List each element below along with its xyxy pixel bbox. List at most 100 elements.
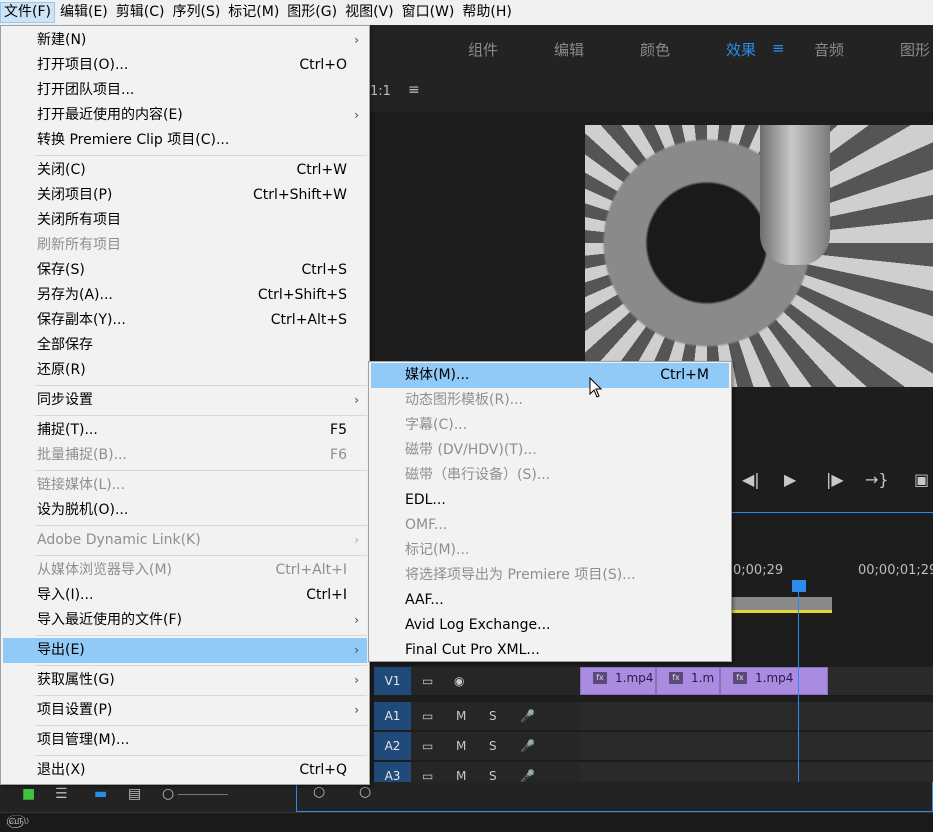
menu-item-label: 媒体(M)... — [405, 367, 470, 383]
scroll-start-handle[interactable]: ○ — [313, 784, 325, 800]
menubar-item-4[interactable]: 标记(M) — [225, 2, 282, 23]
menu-item-label: OMF... — [405, 517, 448, 533]
playhead-handle[interactable] — [792, 580, 806, 592]
file-menu-item-13[interactable]: 还原(R) — [3, 358, 367, 383]
step-forward-icon[interactable]: |▶ — [826, 470, 844, 489]
file-menu-item-22[interactable]: 导入最近使用的文件(F) › — [3, 608, 367, 633]
monitor-header: 1:1 ≡ — [370, 72, 933, 112]
file-menu-item-5[interactable]: 关闭(C) Ctrl+W — [3, 158, 367, 183]
mute-button[interactable]: M — [456, 702, 466, 730]
file-menu-item-7[interactable]: 关闭所有项目 — [3, 208, 367, 233]
icon-view-icon[interactable]: ☰ — [55, 786, 68, 802]
menu-separator — [35, 385, 367, 386]
file-menu-item-18[interactable]: 设为脱机(O)... — [3, 498, 367, 523]
list-view-icon[interactable]: ■ — [22, 786, 35, 802]
file-menu-item-6[interactable]: 关闭项目(P) Ctrl+Shift+W — [3, 183, 367, 208]
workspace-tab-assembly[interactable]: 组件 — [468, 39, 498, 60]
workspace-tab-editing[interactable]: 编辑 — [554, 39, 584, 60]
eye-icon[interactable]: ◉ — [454, 667, 464, 695]
go-to-out-icon[interactable]: →} — [865, 470, 889, 489]
menubar-item-3[interactable]: 序列(S) — [169, 2, 223, 23]
file-menu-item-0[interactable]: 新建(N) › — [3, 28, 367, 53]
menu-item-label: 从媒体浏览器导入(M) — [37, 562, 173, 578]
track-lane-a1[interactable] — [580, 702, 933, 731]
export-menu-item-0[interactable]: 媒体(M)... Ctrl+M — [371, 363, 729, 388]
file-menu-item-24[interactable]: 获取属性(G) › — [3, 668, 367, 693]
scroll-end-handle[interactable]: ○ — [359, 784, 371, 800]
freeform-view-icon[interactable]: ▬ — [94, 786, 107, 802]
export-menu-item-6: OMF... — [371, 513, 729, 538]
file-menu-item-9[interactable]: 保存(S) Ctrl+S — [3, 258, 367, 283]
monitor-menu-icon[interactable]: ≡ — [408, 82, 420, 98]
menubar: 文件(F) 编辑(E) 剪辑(C) 序列(S) 标记(M) 图形(G) 视图(V) 窗口(W)… — [0, 0, 933, 26]
track-target-a1[interactable]: A1 — [374, 702, 411, 730]
menu-item-label: 设为脱机(O)... — [37, 502, 129, 518]
submenu-arrow-icon: › — [354, 673, 359, 687]
sync-lock-icon[interactable]: ▭ — [422, 702, 433, 730]
solo-button[interactable]: S — [489, 702, 497, 730]
menubar-item-5[interactable]: 图形(G) — [284, 2, 340, 23]
timeline-clip[interactable]: fx 1.m — [656, 667, 720, 695]
file-menu-item-1[interactable]: 打开项目(O)... Ctrl+O — [3, 53, 367, 78]
step-back-icon[interactable]: ◀| — [742, 470, 760, 489]
menu-item-shortcut: Ctrl+O — [299, 57, 347, 73]
track-lane-a2[interactable] — [580, 732, 933, 761]
mute-button[interactable]: M — [456, 732, 466, 760]
workspace-tab-audio[interactable]: 音频 — [814, 39, 844, 60]
menubar-item-1[interactable]: 编辑(E) — [57, 2, 111, 23]
workspace-tab-graphics[interactable]: 图形 — [900, 39, 930, 60]
solo-button[interactable]: S — [489, 732, 497, 760]
menubar-item-8[interactable]: 帮助(H) — [459, 2, 514, 23]
file-menu-item-3[interactable]: 打开最近使用的内容(E) › — [3, 103, 367, 128]
play-icon[interactable]: ▶ — [784, 470, 796, 489]
export-menu-item-10[interactable]: Avid Log Exchange... — [371, 613, 729, 638]
menubar-item-7[interactable]: 窗口(W) — [399, 2, 458, 23]
microphone-icon[interactable]: 🎤 — [520, 732, 535, 760]
file-menu-item-2[interactable]: 打开团队项目... — [3, 78, 367, 103]
submenu-arrow-icon: › — [354, 643, 359, 657]
work-area-bar[interactable] — [732, 597, 832, 613]
timeline-clip[interactable]: fx 1.mp4 — [720, 667, 828, 695]
sync-lock-icon[interactable]: ▭ — [422, 732, 433, 760]
thumbnail-size-icon[interactable]: ▤ — [128, 786, 141, 802]
file-menu-item-21[interactable]: 导入(I)... Ctrl+I — [3, 583, 367, 608]
workspace-menu-icon[interactable]: ≡ — [772, 39, 785, 57]
menubar-item-2[interactable]: 剪辑(C) — [113, 2, 168, 23]
workspace-tab-color[interactable]: 颜色 — [640, 39, 670, 60]
zoom-slider-knob[interactable]: ○ — [162, 786, 174, 802]
export-menu-item-5[interactable]: EDL... — [371, 488, 729, 513]
menubar-item-6[interactable]: 视图(V) — [342, 2, 397, 23]
menu-item-label: 标记(M)... — [405, 542, 470, 558]
track-target-a2[interactable]: A2 — [374, 732, 411, 760]
file-menu-item-14[interactable]: 同步设置 › — [3, 388, 367, 413]
menu-item-shortcut: Ctrl+W — [296, 162, 347, 178]
file-menu-item-10[interactable]: 另存为(A)... Ctrl+Shift+S — [3, 283, 367, 308]
file-menu-item-25[interactable]: 项目设置(P) › — [3, 698, 367, 723]
fx-badge-icon: fx — [669, 672, 683, 684]
file-menu-item-26[interactable]: 项目管理(M)... — [3, 728, 367, 753]
menu-item-label: 批量捕捉(B)... — [37, 447, 127, 463]
file-menu-item-27[interactable]: 退出(X) Ctrl+Q — [3, 758, 367, 783]
timeline-clip[interactable]: fx 1.mp4 — [580, 667, 656, 695]
export-menu-item-7: 标记(M)... — [371, 538, 729, 563]
zoom-slider-track[interactable] — [178, 794, 228, 795]
microphone-icon[interactable]: 🎤 — [520, 702, 535, 730]
file-menu-item-4[interactable]: 转换 Premiere Clip 项目(C)... — [3, 128, 367, 153]
menubar-item-0[interactable]: 文件(F) — [0, 2, 55, 23]
timeline-scrollbar[interactable]: ○ ○ — [296, 782, 933, 812]
workspace-tab-effects[interactable]: 效果 — [726, 39, 756, 60]
creative-cloud-icon[interactable]: ௵ — [6, 813, 29, 829]
file-menu-item-15[interactable]: 捕捉(T)... F5 — [3, 418, 367, 443]
sync-lock-icon[interactable]: ▭ — [422, 667, 433, 695]
track-target-v1[interactable]: V1 — [374, 667, 411, 695]
file-menu-item-12[interactable]: 全部保存 — [3, 333, 367, 358]
file-menu-item-11[interactable]: 保存副本(Y)... Ctrl+Alt+S — [3, 308, 367, 333]
export-menu-item-9[interactable]: AAF... — [371, 588, 729, 613]
file-menu-item-23[interactable]: 导出(E) › — [3, 638, 367, 663]
export-frame-icon[interactable]: ▣ — [914, 470, 929, 489]
menu-separator — [35, 415, 367, 416]
export-menu-item-11[interactable]: Final Cut Pro XML... — [371, 638, 729, 663]
file-menu-item-8: 刷新所有项目 — [3, 233, 367, 258]
menu-item-shortcut: Ctrl+Alt+I — [275, 562, 347, 578]
clip-name: 1.mp4 — [755, 671, 794, 685]
